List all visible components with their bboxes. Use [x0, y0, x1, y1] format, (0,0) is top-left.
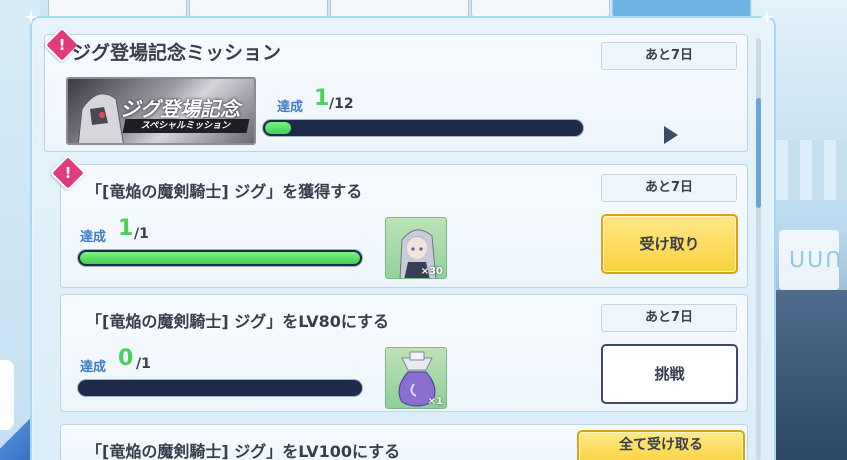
- challenge-button[interactable]: 挑戦: [601, 344, 738, 404]
- achievement-label: 達成: [80, 230, 107, 245]
- achievement-label: 達成: [277, 100, 304, 115]
- mission-days-left: あと7日: [601, 304, 737, 332]
- character-silhouette-icon: [77, 93, 124, 143]
- event-title: ジグ登場記念ミッション: [72, 42, 282, 64]
- achievement-count: 0: [118, 346, 134, 371]
- reward-quantity: ×30: [420, 266, 443, 277]
- reward-item[interactable]: ×30: [385, 217, 447, 279]
- event-banner[interactable]: ジグ登場記念 スペシャルミッション: [66, 77, 256, 145]
- mission-title: 「[竜焔の魔剣騎士] ジグ」をLV80にする: [86, 312, 389, 331]
- achievement-count: 1: [118, 216, 134, 241]
- claim-button[interactable]: 受け取り: [601, 214, 738, 274]
- reward-quantity: ×1: [427, 396, 443, 407]
- event-days-left: あと7日: [601, 42, 737, 70]
- banner-subtitle: スペシャルミッション: [122, 119, 250, 133]
- claim-all-button[interactable]: 全て受け取る: [577, 430, 745, 460]
- background-screen: ᑌᑌᑎ: [779, 230, 841, 290]
- mission-progress-fill: [80, 252, 360, 264]
- mission-title: 「[竜焔の魔剣騎士] ジグ」をLV100にする: [86, 442, 401, 460]
- mission-title: 「[竜焔の魔剣騎士] ジグ」を獲得する: [86, 182, 363, 201]
- achievement-label: 達成: [80, 360, 107, 375]
- scrollbar[interactable]: [756, 38, 761, 460]
- achievement-total: /1: [134, 226, 149, 242]
- chevron-right-icon[interactable]: [664, 126, 678, 144]
- scrollbar-thumb[interactable]: [756, 98, 761, 208]
- reward-item[interactable]: ×1: [385, 347, 447, 409]
- event-progress-bar: [263, 120, 583, 136]
- mission-progress-bar: [78, 380, 362, 396]
- achievement-count: 1: [314, 86, 330, 111]
- banner-title: ジグ登場記念: [120, 97, 240, 121]
- event-progress-fill: [265, 122, 292, 134]
- achievement-total: /1: [136, 356, 151, 372]
- mission-progress-bar: [78, 250, 362, 266]
- achievement-total: /12: [329, 96, 354, 112]
- mission-days-left: あと7日: [601, 174, 737, 202]
